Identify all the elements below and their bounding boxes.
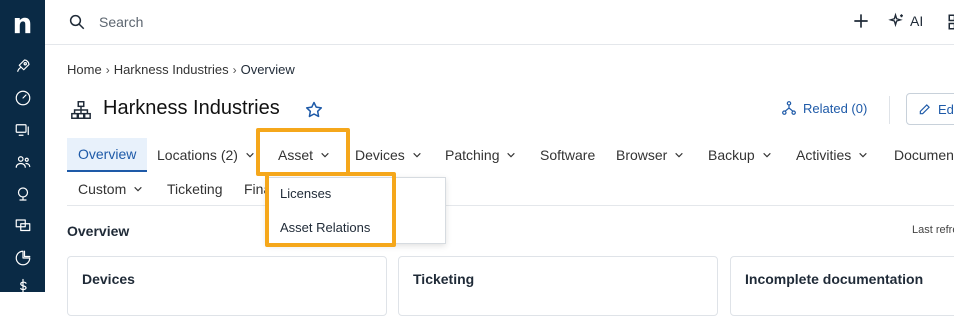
edit-label: Edit	[938, 101, 954, 117]
tab-label: Documentation	[894, 147, 954, 163]
users-icon[interactable]	[12, 151, 33, 172]
incomplete-documentation-card: Incomplete documentation	[730, 256, 954, 316]
rocket-icon[interactable]	[12, 55, 33, 76]
chevron-down-icon	[246, 152, 254, 158]
tab-label: Ticketing	[167, 181, 223, 197]
tab-locations[interactable]: Locations (2)	[157, 138, 255, 172]
devices-icon[interactable]	[12, 119, 33, 140]
tab-devices[interactable]: Devices	[355, 138, 422, 172]
tab-label: Overview	[78, 146, 137, 162]
chevron-down-icon	[859, 152, 867, 158]
search-input[interactable]	[99, 11, 399, 33]
devices-card: Devices	[67, 256, 387, 316]
support-icon[interactable]	[12, 183, 33, 204]
top-bar: AI	[45, 0, 954, 45]
highlight-asset-tab	[256, 128, 350, 176]
tab-backup[interactable]: Backup	[708, 138, 772, 172]
highlight-asset-menu	[265, 172, 396, 247]
tab-label: Patching	[445, 147, 500, 163]
ai-label: AI	[910, 13, 924, 29]
tabs-divider	[67, 205, 954, 206]
card-title: Incomplete documentation	[745, 271, 924, 287]
ai-button[interactable]: AI	[888, 12, 923, 30]
tab-software[interactable]: Software	[540, 138, 595, 172]
breadcrumb-separator-icon: ›	[232, 62, 237, 77]
org-hierarchy-icon	[70, 99, 92, 126]
related-button[interactable]: Related (0)	[781, 100, 867, 116]
chevron-down-icon	[675, 152, 684, 158]
monitor-icon[interactable]	[12, 215, 33, 236]
last-refreshed-label: Last refreshed	[912, 224, 954, 236]
sparkle-icon	[888, 12, 903, 28]
chevron-down-icon	[413, 152, 421, 158]
edit-pencil-icon	[919, 104, 930, 115]
tab-custom[interactable]: Custom	[78, 172, 143, 206]
tab-label: Activities	[796, 147, 852, 163]
chevron-down-icon	[762, 152, 771, 158]
breadcrumb: Home › Harkness Industries › Overview	[67, 62, 295, 77]
header-divider	[889, 96, 890, 124]
breadcrumb-customer[interactable]: Harkness Industries	[114, 62, 229, 77]
page-title: Harkness Industries	[103, 97, 280, 119]
chevron-down-icon	[507, 152, 516, 158]
related-label: Related (0)	[803, 100, 868, 116]
breadcrumb-separator-icon: ›	[105, 62, 110, 77]
left-nav-rail: n	[0, 0, 45, 295]
app-logo[interactable]: n	[9, 9, 36, 39]
edit-button[interactable]: Edit	[906, 93, 954, 125]
tab-browser[interactable]: Browser	[616, 138, 684, 172]
favorite-star-icon[interactable]	[304, 100, 324, 125]
chevron-down-icon	[134, 186, 142, 192]
tab-documentation[interactable]: Documentation	[894, 138, 954, 172]
plus-icon[interactable]	[851, 11, 871, 36]
breadcrumb-current: Overview	[240, 62, 295, 77]
tab-activities[interactable]: Activities	[796, 138, 868, 172]
gauge-icon[interactable]	[12, 87, 33, 108]
dollar-icon[interactable]	[12, 276, 33, 297]
card-title: Devices	[82, 271, 135, 287]
tab-patching[interactable]: Patching	[445, 138, 516, 172]
pie-chart-icon[interactable]	[12, 247, 33, 268]
ticketing-card: Ticketing	[398, 256, 718, 316]
tab-label: Browser	[616, 147, 668, 163]
tab-label: Locations (2)	[157, 147, 238, 163]
search-icon[interactable]	[68, 13, 86, 36]
relations-icon	[782, 101, 796, 115]
tab-ticketing[interactable]: Ticketing	[167, 172, 223, 206]
tab-label: Devices	[355, 147, 405, 163]
card-title: Ticketing	[413, 271, 475, 287]
tab-label: Custom	[78, 181, 127, 197]
tab-overview[interactable]: Overview	[67, 138, 148, 172]
apps-grid-icon[interactable]	[947, 13, 954, 36]
tab-label: Software	[540, 147, 596, 163]
breadcrumb-home[interactable]: Home	[67, 62, 102, 77]
tab-label: Backup	[708, 147, 755, 163]
overview-section-title: Overview	[67, 223, 130, 239]
